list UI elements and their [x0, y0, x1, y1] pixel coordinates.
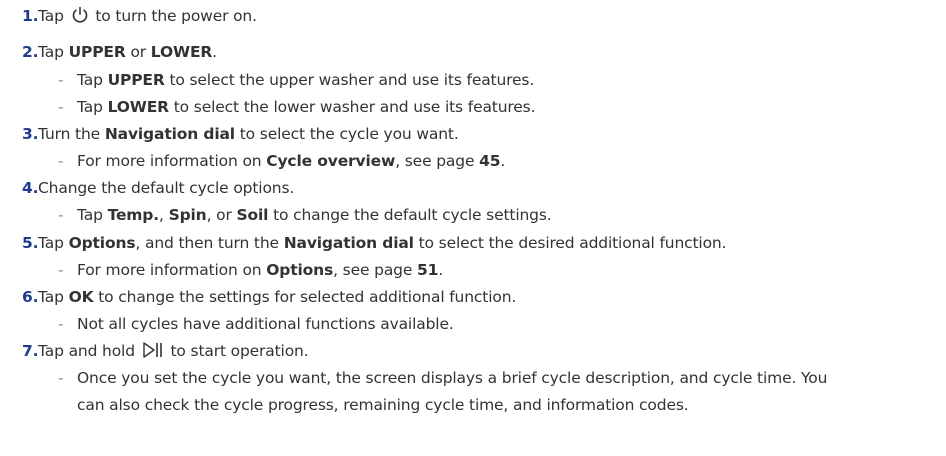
- upper-label: UPPER: [68, 43, 126, 61]
- step-text-part: Tap: [38, 234, 69, 252]
- temp-label: Temp.: [107, 206, 160, 224]
- step-number: 1.: [22, 7, 39, 25]
- step-text-part: to start operation.: [170, 342, 309, 360]
- step-text: Turn the Navigation dial to select the c…: [38, 124, 459, 144]
- step-number: 7.: [22, 342, 39, 360]
- bullet-dash: -: [58, 152, 64, 170]
- page-reference: 51: [417, 261, 439, 279]
- bullet-dash: -: [58, 98, 64, 116]
- sub-text-part: ,: [159, 206, 169, 224]
- options-label: Options: [68, 234, 136, 252]
- step-text-part: Tap: [38, 7, 64, 25]
- step-number: 3.: [22, 125, 39, 143]
- sub-text-part: .: [438, 261, 444, 279]
- sub-text-part: Tap: [77, 98, 108, 116]
- sub-text: Tap LOWER to select the lower washer and…: [77, 97, 536, 117]
- sub-text: For more information on Options, see pag…: [77, 260, 443, 280]
- sub-text-part: to select the upper washer and use its f…: [164, 71, 535, 89]
- step-number: 5.: [22, 234, 39, 252]
- bullet-dash: -: [58, 369, 64, 387]
- bullet-dash: -: [58, 261, 64, 279]
- step-text: Tap to turn the power on.: [38, 6, 257, 29]
- step-text: Change the default cycle options.: [38, 178, 294, 198]
- sub-text: For more information on Cycle overview, …: [77, 151, 505, 171]
- sub-text-part: , see page: [395, 152, 480, 170]
- sub-text: Once you set the cycle you want, the scr…: [77, 369, 828, 387]
- lower-label: LOWER: [107, 98, 170, 116]
- step-text: Tap and hold to start operation.: [38, 341, 309, 364]
- bullet-dash: -: [58, 315, 64, 333]
- step-text-part: , and then turn the: [135, 234, 284, 252]
- soil-label: Soil: [236, 206, 269, 224]
- step-text: Tap OK to change the settings for select…: [38, 287, 516, 307]
- sub-text: Tap Temp., Spin, or Soil to change the d…: [77, 205, 552, 225]
- instruction-document: 1. Tap to turn the power on. 2. Tap UPPE…: [0, 0, 946, 456]
- step-text-part: to change the settings for selected addi…: [93, 288, 517, 306]
- upper-label: UPPER: [107, 71, 165, 89]
- sub-text-part: to select the lower washer and use its f…: [168, 98, 536, 116]
- step-text-part: .: [212, 43, 217, 61]
- step-number: 6.: [22, 288, 39, 306]
- step-text-part: to turn the power on.: [95, 7, 257, 25]
- page-reference: 45: [479, 152, 501, 170]
- sub-text: Tap UPPER to select the upper washer and…: [77, 70, 534, 90]
- sub-text-part: Tap: [77, 71, 108, 89]
- sub-text-part: For more information on: [77, 152, 267, 170]
- step-text-part: Tap: [38, 43, 69, 61]
- navigation-dial-label: Navigation dial: [104, 125, 235, 143]
- sub-text-continuation: can also check the cycle progress, remai…: [77, 396, 689, 414]
- sub-text-part: .: [500, 152, 506, 170]
- bullet-dash: -: [58, 71, 64, 89]
- step-text-part: or: [125, 43, 151, 61]
- options-link: Options: [266, 261, 334, 279]
- step-number: 2.: [22, 43, 39, 61]
- sub-text-part: Not all cycles have additional functions…: [77, 315, 454, 333]
- step-text-part: Tap: [38, 288, 69, 306]
- step-text-part: Turn the: [38, 125, 105, 143]
- step-text: Tap UPPER or LOWER.: [38, 42, 217, 62]
- bullet-dash: -: [58, 206, 64, 224]
- step-text: Tap Options, and then turn the Navigatio…: [38, 233, 727, 253]
- spin-label: Spin: [168, 206, 207, 224]
- step-text-part: to select the cycle you want.: [234, 125, 459, 143]
- sub-text-part: Tap: [77, 206, 108, 224]
- sub-text: Not all cycles have additional functions…: [77, 314, 454, 334]
- sub-text-part: For more information on: [77, 261, 267, 279]
- step-text-part: to select the desired additional functio…: [413, 234, 727, 252]
- power-icon: [71, 6, 89, 29]
- sub-text-part: , see page: [333, 261, 418, 279]
- sub-text-part: to change the default cycle settings.: [268, 206, 552, 224]
- step-number: 4.: [22, 179, 39, 197]
- start-pause-icon: [142, 341, 164, 364]
- step-text-part: Tap and hold: [38, 342, 135, 360]
- navigation-dial-label: Navigation dial: [283, 234, 414, 252]
- sub-text-part: , or: [206, 206, 237, 224]
- lower-label: LOWER: [150, 43, 213, 61]
- step-text-part: Change the default cycle options.: [38, 179, 295, 197]
- cycle-overview-link: Cycle overview: [266, 152, 396, 170]
- ok-label: OK: [68, 288, 94, 306]
